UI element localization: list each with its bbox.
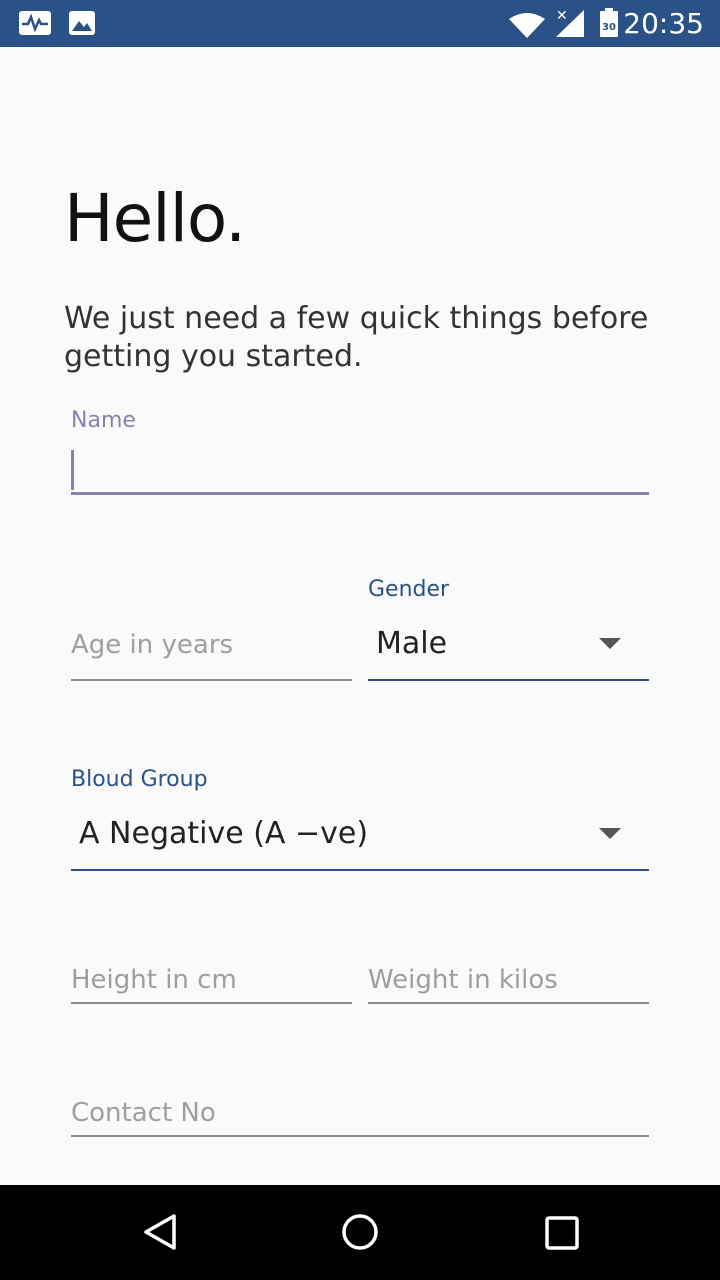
svg-text:✕: ✕ xyxy=(556,8,568,24)
blood-group-underline xyxy=(71,869,649,871)
height-field[interactable]: Height in cm xyxy=(71,955,352,1007)
gender-value: Male xyxy=(376,626,448,661)
text-caret xyxy=(71,450,74,490)
name-input[interactable] xyxy=(71,448,649,488)
blood-group-value: A Negative (A −ve) xyxy=(79,816,369,851)
age-field[interactable]: Age in years xyxy=(71,620,352,684)
back-icon[interactable] xyxy=(140,1212,180,1252)
weight-underline xyxy=(368,1002,649,1004)
home-icon[interactable] xyxy=(340,1212,380,1252)
page-subtitle: We just need a few quick things before g… xyxy=(64,301,649,374)
age-placeholder: Age in years xyxy=(71,630,234,660)
height-underline xyxy=(71,1002,352,1004)
recents-icon[interactable] xyxy=(543,1214,581,1252)
battery-icon: 30 xyxy=(600,8,618,37)
navigation-bar xyxy=(0,1185,720,1280)
height-placeholder: Height in cm xyxy=(71,965,237,995)
contact-placeholder: Contact No xyxy=(71,1098,216,1128)
status-time: 20:35 xyxy=(623,7,704,40)
name-underline xyxy=(71,492,649,495)
chevron-down-icon xyxy=(599,638,621,649)
wifi-icon xyxy=(509,13,545,38)
image-icon xyxy=(69,11,95,35)
signal-icon: ✕ xyxy=(556,8,584,37)
name-field[interactable]: Name xyxy=(71,400,649,496)
contact-field[interactable]: Contact No xyxy=(71,1088,649,1140)
name-label: Name xyxy=(71,408,136,433)
gender-underline xyxy=(368,679,649,681)
status-bar: ✕ 30 20:35 xyxy=(0,0,720,47)
contact-underline xyxy=(71,1135,649,1137)
chevron-down-icon xyxy=(599,828,621,839)
age-underline xyxy=(71,679,352,681)
blood-group-dropdown[interactable]: Bloud Group A Negative (A −ve) xyxy=(71,762,649,874)
blood-group-label: Bloud Group xyxy=(71,767,208,792)
gender-dropdown[interactable]: Gender Male xyxy=(368,572,649,684)
gender-label: Gender xyxy=(368,577,450,602)
battery-level: 30 xyxy=(602,22,616,33)
weight-field[interactable]: Weight in kilos xyxy=(368,955,649,1007)
pulse-icon xyxy=(19,11,51,35)
page-title: Hello. xyxy=(64,180,246,257)
weight-placeholder: Weight in kilos xyxy=(368,965,558,995)
